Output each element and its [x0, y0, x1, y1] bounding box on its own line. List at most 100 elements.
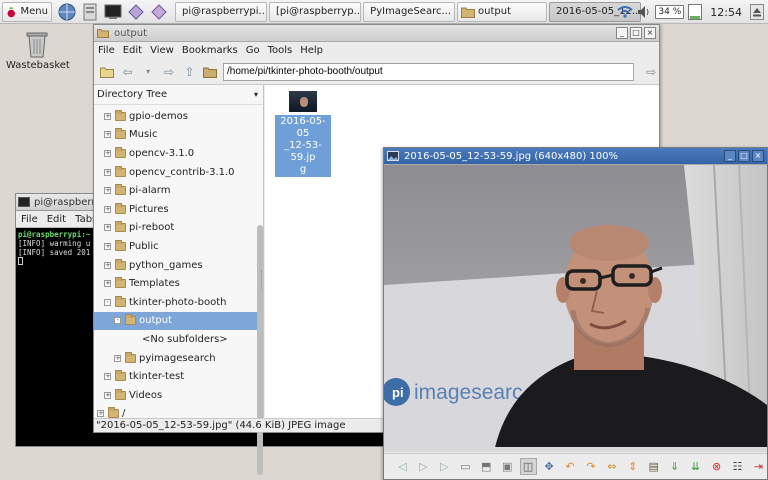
- forward-icon[interactable]: ⇨: [161, 64, 177, 80]
- open-file-icon[interactable]: ▤: [645, 458, 662, 475]
- collapse-icon[interactable]: -: [114, 317, 121, 325]
- eject-icon[interactable]: [750, 4, 764, 20]
- tree-item[interactable]: + Public: [94, 237, 263, 256]
- expand-icon[interactable]: +: [104, 373, 111, 381]
- expand-icon[interactable]: +: [104, 131, 111, 139]
- original-size-icon[interactable]: ◫: [519, 458, 537, 475]
- rotate-right-icon[interactable]: ↷: [582, 458, 599, 475]
- tree-item[interactable]: <No subfolders>: [94, 330, 263, 349]
- file-manager-launcher-icon[interactable]: [80, 2, 100, 22]
- menu-file[interactable]: File: [98, 45, 115, 56]
- task-file-manager[interactable]: output: [457, 1, 547, 22]
- file-manager-titlebar[interactable]: output _ □ ×: [94, 25, 659, 42]
- delete-icon[interactable]: ⊗: [708, 458, 725, 475]
- image-viewer-window[interactable]: 2016-05-05_12-53-59.jpg (640x480) 100% _…: [383, 147, 768, 480]
- expand-icon[interactable]: +: [104, 391, 111, 399]
- viewer-scrollbar[interactable]: [384, 447, 767, 452]
- expand-icon[interactable]: +: [104, 205, 111, 213]
- volume-icon[interactable]: [637, 5, 651, 19]
- next-icon[interactable]: ▷: [415, 458, 432, 475]
- task-terminal-2[interactable]: [pi@raspberryp...: [269, 1, 361, 22]
- close-button[interactable]: ×: [752, 150, 764, 162]
- photo-display[interactable]: pi imagesearc: [384, 165, 767, 452]
- previous-icon[interactable]: ◁: [394, 458, 411, 475]
- maximize-button[interactable]: □: [630, 27, 642, 39]
- sidebar-mode-select[interactable]: Directory Tree ▾: [94, 85, 263, 105]
- tree-item[interactable]: + Pictures: [94, 200, 263, 219]
- expand-icon[interactable]: +: [104, 187, 111, 195]
- tree-item[interactable]: + pyimagesearch: [94, 349, 263, 368]
- menu-help[interactable]: Help: [300, 45, 323, 56]
- home-folder-icon[interactable]: [202, 64, 218, 80]
- close-button[interactable]: ×: [644, 27, 656, 39]
- flip-horizontal-icon[interactable]: ⇔: [603, 458, 620, 475]
- save-icon[interactable]: ⇓: [666, 458, 683, 475]
- task-terminal-1[interactable]: pi@raspberrypi...: [175, 1, 267, 22]
- menu-bookmarks[interactable]: Bookmarks: [182, 45, 238, 56]
- history-dropdown-icon[interactable]: ▾: [140, 64, 156, 80]
- slideshow-icon[interactable]: ▷: [436, 458, 453, 475]
- tree-item[interactable]: + pi-alarm: [94, 181, 263, 200]
- tree-item[interactable]: + Templates: [94, 274, 263, 293]
- pane-splitter[interactable]: [261, 270, 263, 290]
- wastebasket[interactable]: Wastebasket: [6, 28, 70, 71]
- battery-indicator[interactable]: 34 %: [655, 5, 685, 19]
- path-input[interactable]: [223, 62, 635, 81]
- image-viewer-titlebar[interactable]: 2016-05-05_12-53-59.jpg (640x480) 100% _…: [384, 148, 767, 165]
- save-as-icon[interactable]: ⇊: [687, 458, 704, 475]
- menu-file[interactable]: File: [21, 214, 38, 225]
- tree-item-label: Videos: [129, 389, 163, 401]
- expand-icon[interactable]: +: [104, 261, 111, 269]
- new-tab-icon[interactable]: [99, 64, 115, 80]
- tree-item[interactable]: + gpio-demos: [94, 107, 263, 126]
- tree-item[interactable]: - output: [94, 311, 263, 331]
- expand-icon[interactable]: +: [104, 149, 111, 157]
- flip-vertical-icon[interactable]: ⇕: [624, 458, 641, 475]
- maximize-button[interactable]: □: [738, 150, 750, 162]
- go-icon[interactable]: ⇨: [643, 64, 659, 80]
- menu-tools[interactable]: Tools: [268, 45, 293, 56]
- quit-icon[interactable]: ⇥: [750, 458, 767, 475]
- tree-item-label: pyimagesearch: [139, 352, 216, 364]
- menu-edit[interactable]: Edit: [47, 214, 66, 225]
- tree-item[interactable]: + opencv_contrib-3.1.0: [94, 163, 263, 182]
- expand-icon[interactable]: +: [104, 168, 111, 176]
- up-icon[interactable]: ⇧: [182, 64, 198, 80]
- file-item[interactable]: 2016-05-05 _12-53-59.jp g: [275, 91, 331, 177]
- zoom-out-icon[interactable]: ▭: [457, 458, 474, 475]
- wolfram-launcher-icon[interactable]: [149, 2, 169, 22]
- expand-icon[interactable]: +: [114, 354, 121, 362]
- browser-launcher-icon[interactable]: [57, 2, 77, 22]
- zoom-in-icon[interactable]: ⬒: [478, 458, 495, 475]
- clock[interactable]: 12:54: [710, 6, 742, 19]
- sidebar-scrollbar[interactable]: [257, 225, 263, 475]
- expand-icon[interactable]: +: [97, 410, 104, 418]
- mathematica-launcher-icon[interactable]: [126, 2, 146, 22]
- tree-item[interactable]: - tkinter-photo-booth: [94, 293, 263, 312]
- expand-icon[interactable]: +: [104, 280, 111, 288]
- fullscreen-icon[interactable]: ✥: [541, 458, 558, 475]
- task-browser[interactable]: PyImageSearc...: [363, 1, 455, 22]
- rotate-left-icon[interactable]: ↶: [562, 458, 579, 475]
- back-icon[interactable]: ⇦: [120, 64, 136, 80]
- expand-icon[interactable]: +: [104, 224, 111, 232]
- tree-item[interactable]: + tkinter-test: [94, 367, 263, 386]
- tree-item[interactable]: + opencv-3.1.0: [94, 144, 263, 163]
- terminal-launcher-icon[interactable]: [103, 2, 123, 22]
- expand-icon[interactable]: +: [104, 242, 111, 250]
- preferences-icon[interactable]: ☷: [729, 458, 746, 475]
- expand-icon[interactable]: +: [104, 112, 111, 120]
- menu-view[interactable]: View: [150, 45, 174, 56]
- menu-go[interactable]: Go: [246, 45, 260, 56]
- minimize-button[interactable]: _: [616, 27, 628, 39]
- menu-button[interactable]: Menu: [2, 1, 52, 22]
- wifi-icon[interactable]: [617, 5, 634, 19]
- minimize-button[interactable]: _: [724, 150, 736, 162]
- zoom-fit-icon[interactable]: ▣: [499, 458, 516, 475]
- tree-item[interactable]: + Music: [94, 126, 263, 145]
- tree-item[interactable]: + Videos: [94, 386, 263, 405]
- menu-edit[interactable]: Edit: [123, 45, 142, 56]
- tree-item[interactable]: + pi-reboot: [94, 219, 263, 238]
- tree-item[interactable]: + python_games: [94, 256, 263, 275]
- collapse-icon[interactable]: -: [104, 298, 111, 306]
